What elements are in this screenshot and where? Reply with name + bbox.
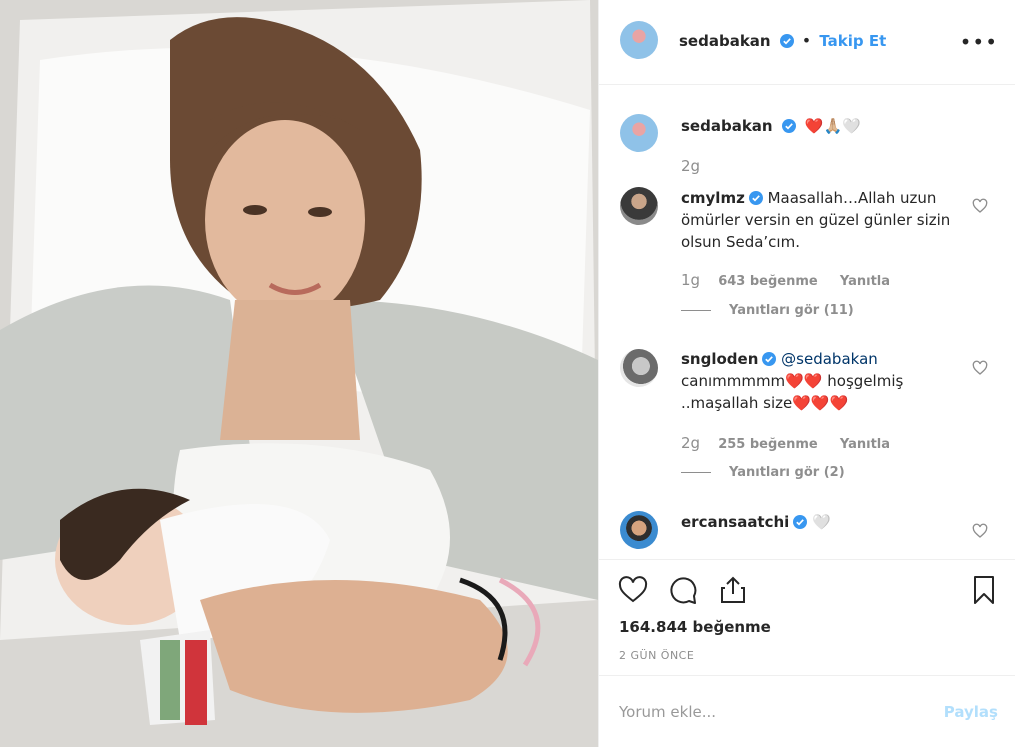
- comment-time[interactable]: 1g: [681, 271, 700, 289]
- comment-bubble-icon[interactable]: [667, 574, 699, 606]
- post-header: sedabakan • Takip Et •••: [599, 0, 1015, 85]
- comment-text-block: sngloden @sedabakan canımmmmm❤️❤️ hoşgel…: [681, 348, 951, 414]
- caption-text: ❤️🙏🏼🤍: [804, 117, 861, 135]
- like-comment-heart-icon[interactable]: [972, 360, 988, 376]
- add-comment-bar: Yorum ekle... Paylaş: [599, 675, 1015, 748]
- comment-text-block: cmylmz Maasallah…Allah uzun ömürler vers…: [681, 187, 951, 253]
- verified-badge-icon: [748, 191, 763, 205]
- more-options-icon[interactable]: •••: [960, 30, 998, 54]
- like-comment-heart-icon[interactable]: [972, 198, 988, 214]
- like-heart-icon[interactable]: [617, 574, 649, 606]
- view-replies-label: Yanıtları gör (11): [729, 303, 854, 318]
- avatar[interactable]: [620, 511, 658, 549]
- comments-list: sedabakan ❤️🙏🏼🤍 2g cmylmz Maasallah…Alla…: [599, 85, 1015, 558]
- like-comment-heart-icon[interactable]: [972, 523, 988, 539]
- verified-badge-icon: [793, 515, 808, 529]
- mention-link[interactable]: @sedabakan: [781, 350, 878, 368]
- post-date[interactable]: 2 GÜN ÖNCE: [619, 649, 694, 662]
- comment-username[interactable]: cmylmz: [681, 189, 745, 207]
- post-actions: 164.844 beğenme 2 GÜN ÖNCE: [599, 559, 1015, 675]
- comment-meta: 1g 643 beğenme Yanıtla: [681, 271, 908, 289]
- comment-username[interactable]: sngloden: [681, 350, 758, 368]
- post-photo: [0, 0, 598, 747]
- comment-likes[interactable]: 643 beğenme: [718, 274, 818, 289]
- caption: sedabakan ❤️🙏🏼🤍: [681, 116, 861, 135]
- view-replies-button[interactable]: Yanıtları gör (11): [681, 303, 854, 318]
- verified-badge-icon: [779, 34, 794, 48]
- comment-text: 🤍: [812, 513, 831, 531]
- save-bookmark-icon[interactable]: [968, 574, 1000, 606]
- verified-badge-icon: [781, 119, 796, 133]
- header-user: sedabakan • Takip Et: [679, 31, 886, 50]
- view-replies-button[interactable]: Yanıtları gör (2): [681, 465, 845, 480]
- avatar[interactable]: [620, 114, 658, 152]
- caption-time[interactable]: 2g: [681, 157, 700, 175]
- reply-button[interactable]: Yanıtla: [840, 274, 890, 289]
- view-replies-label: Yanıtları gör (2): [729, 465, 845, 480]
- divider: [681, 472, 711, 473]
- comment-text-block: ercansaatchi 🤍: [681, 511, 951, 533]
- avatar[interactable]: [620, 21, 658, 59]
- likes-count[interactable]: 164.844 beğenme: [619, 618, 771, 636]
- comment-username[interactable]: ercansaatchi: [681, 513, 789, 531]
- avatar[interactable]: [620, 187, 658, 225]
- comment-text: canımmmmm❤️❤️ hoşgelmiş ..maşallah size❤…: [681, 372, 904, 412]
- separator-dot: •: [801, 31, 812, 50]
- username[interactable]: sedabakan: [679, 32, 771, 50]
- comment-meta: 2g 255 beğenme Yanıtla: [681, 434, 908, 452]
- avatar[interactable]: [620, 349, 658, 387]
- post-side-panel: sedabakan • Takip Et ••• sedabakan ❤️🙏🏼🤍…: [598, 0, 1015, 747]
- verified-badge-icon: [762, 352, 777, 366]
- comment-likes[interactable]: 255 beğenme: [718, 437, 818, 452]
- post-comment-button[interactable]: Paylaş: [944, 703, 998, 721]
- reply-button[interactable]: Yanıtla: [840, 437, 890, 452]
- comment-input[interactable]: Yorum ekle...: [619, 703, 716, 721]
- caption-meta: 2g: [681, 157, 714, 175]
- divider: [681, 310, 711, 311]
- follow-button[interactable]: Takip Et: [819, 32, 886, 50]
- share-icon[interactable]: [717, 574, 749, 606]
- caption-username[interactable]: sedabakan: [681, 117, 773, 135]
- comment-time[interactable]: 2g: [681, 434, 700, 452]
